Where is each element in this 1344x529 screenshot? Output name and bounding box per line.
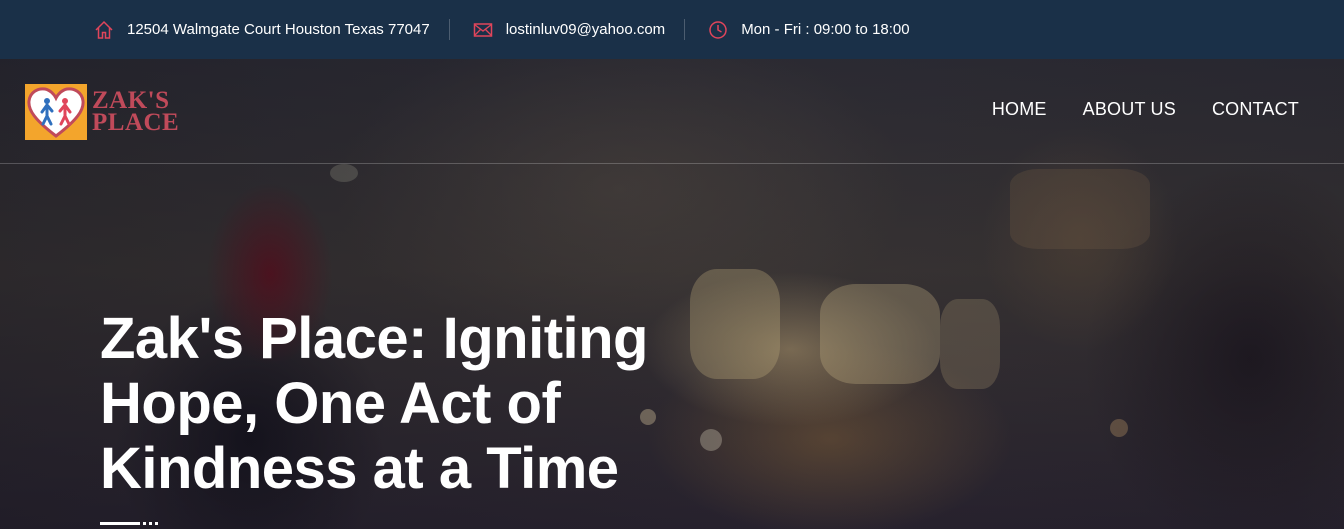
nav-home[interactable]: HOME [992, 99, 1047, 120]
hours-text: Mon - Fri : 09:00 to 18:00 [741, 21, 910, 38]
email-info[interactable]: lostinluv09@yahoo.com [473, 19, 665, 41]
divider [684, 19, 686, 40]
address-text: 12504 Walmgate Court Houston Texas 77047 [127, 21, 430, 38]
hero-title-line: Kindness at a Time [100, 436, 619, 501]
nav-about-us[interactable]: ABOUT US [1083, 99, 1176, 120]
email-link[interactable]: lostinluv09@yahoo.com [506, 21, 665, 38]
title-underline-decoration [100, 522, 158, 525]
hero-title-line: Zak's Place: Igniting [100, 306, 648, 371]
main-navbar: ZAK'S PLACE HOME ABOUT US CONTACT [0, 59, 1344, 164]
hero-title: Zak's Place: Igniting Hope, One Act of K… [100, 306, 660, 501]
clock-icon [708, 20, 728, 40]
hero-title-line: Hope, One Act of [100, 371, 561, 436]
logo-wordmark: ZAK'S PLACE [92, 88, 180, 136]
site-logo[interactable]: ZAK'S PLACE [25, 83, 180, 140]
address-info: 12504 Walmgate Court Houston Texas 77047 [94, 19, 430, 41]
envelope-icon [473, 20, 493, 40]
home-icon [94, 20, 114, 40]
heart-logo-icon [25, 83, 87, 140]
top-info-bar: 12504 Walmgate Court Houston Texas 77047… [0, 0, 1344, 59]
main-menu: HOME ABOUT US CONTACT [992, 99, 1299, 120]
hours-info: Mon - Fri : 09:00 to 18:00 [708, 19, 910, 41]
divider [448, 19, 450, 40]
nav-contact[interactable]: CONTACT [1212, 99, 1299, 120]
logo-line-2: PLACE [92, 108, 180, 136]
